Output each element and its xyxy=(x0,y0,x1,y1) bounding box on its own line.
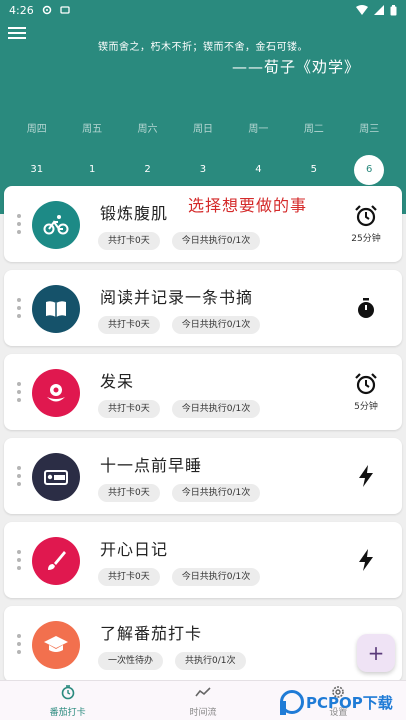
drag-handle-icon[interactable] xyxy=(17,466,21,486)
stat-chip: 共打卡0天 xyxy=(98,316,160,334)
drag-handle-icon[interactable] xyxy=(17,550,21,570)
status-bar: 4:26 xyxy=(0,0,406,20)
date-item[interactable]: 2 xyxy=(128,155,168,185)
weekday-label: 周二 xyxy=(303,124,324,135)
habit-stats: 共打卡0天 今日共执行0/1次 xyxy=(98,568,261,586)
habit-title: 阅读并记录一条书摘 xyxy=(100,288,254,307)
habit-card[interactable]: 发呆共打卡0天 今日共执行0/1次 5分钟 xyxy=(4,354,402,430)
drag-handle-icon[interactable] xyxy=(17,382,21,402)
drag-handle-icon[interactable] xyxy=(17,214,21,234)
date-item[interactable]: 1 xyxy=(72,155,112,185)
habit-card[interactable]: 了解番茄打卡 一次性待办 共执行0/1次 xyxy=(4,606,402,682)
nav-label: 时间流 xyxy=(189,707,217,718)
settings-status-icon xyxy=(42,5,51,15)
trend-icon xyxy=(195,684,211,704)
bike-icon xyxy=(32,201,80,249)
habit-stats: 共打卡0天 今日共执行0/1次 xyxy=(98,400,261,418)
stat-chip: 一次性待办 xyxy=(98,652,164,670)
wifi-icon xyxy=(356,5,368,15)
pcpop-logo-icon xyxy=(280,690,304,715)
habit-action[interactable] xyxy=(346,296,386,320)
habit-title: 发呆 xyxy=(100,372,135,391)
habit-stats: 共打卡0天 今日共执行0/1次 xyxy=(98,232,261,250)
date-item[interactable]: 31 xyxy=(17,155,57,185)
habit-title: 了解番茄打卡 xyxy=(100,624,203,643)
habit-action[interactable] xyxy=(346,464,386,488)
book-icon xyxy=(32,285,80,333)
habit-card[interactable]: 十一点前早睡 共打卡0天 今日共执行0/1次 xyxy=(4,438,402,514)
habit-title: 十一点前早睡 xyxy=(100,456,203,475)
weekday-label: 周五 xyxy=(82,124,103,135)
duration-label: 25分钟 xyxy=(351,234,381,244)
stat-chip: 今日共执行0/1次 xyxy=(171,484,261,502)
habit-stats: 一次性待办 共执行0/1次 xyxy=(98,652,246,670)
battery-icon xyxy=(390,4,397,15)
quote-text: 锲而舍之，朽木不折；锲而不舍，金石可镂。 xyxy=(98,42,308,53)
stat-chip: 今日共执行0/1次 xyxy=(171,400,261,418)
habit-card[interactable]: 开心日记共打卡0天 今日共执行0/1次 xyxy=(4,522,402,598)
header: 4:26 锲而舍之，朽木不折；锲而不舍，金石可镂。 ——荀子《劝学》 周四 周五周… xyxy=(0,0,406,214)
stat-chip: 今日共执行0/1次 xyxy=(171,568,261,586)
alarm-clock-icon[interactable] xyxy=(346,204,386,228)
habit-title: 开心日记 xyxy=(100,540,169,559)
weekday-label: 周四 xyxy=(26,124,47,135)
nav-label: 番茄打卡 xyxy=(49,707,86,718)
habit-action[interactable]: 25分钟 xyxy=(346,204,386,244)
duration-label: 5分钟 xyxy=(354,402,378,412)
habit-action[interactable]: 5分钟 xyxy=(346,372,386,412)
habit-stats: 共打卡0天 今日共执行0/1次 xyxy=(98,316,261,334)
weekday-label: 周三 xyxy=(359,124,380,135)
stat-chip: 共打卡0天 xyxy=(98,484,160,502)
add-habit-button[interactable]: + xyxy=(357,634,395,672)
signal-icon xyxy=(374,5,384,15)
habit-title: 锻炼腹肌 xyxy=(100,204,169,223)
annotation-text: 选择想要做的事 xyxy=(188,196,308,215)
date-item[interactable]: 3 xyxy=(183,155,223,185)
lightning-icon[interactable] xyxy=(346,464,386,488)
date-item[interactable]: 5 xyxy=(294,155,334,185)
date-item[interactable]: 4 xyxy=(238,155,278,185)
graduation-cap-icon xyxy=(32,621,80,669)
drag-handle-icon[interactable] xyxy=(17,298,21,318)
stat-chip: 共执行0/1次 xyxy=(175,652,246,670)
habit-list: 锻炼腹肌 共打卡0天 今日共执行0/1次 25分钟 阅读并记录一条书摘 共打卡0天 今日共执… xyxy=(4,186,402,690)
stat-chip: 今日共执行0/1次 xyxy=(171,232,261,250)
status-time: 4:26 xyxy=(9,3,34,17)
habit-card[interactable]: 阅读并记录一条书摘 共打卡0天 今日共执行0/1次 xyxy=(4,270,402,346)
stat-chip: 共打卡0天 xyxy=(98,400,160,418)
weekday-label: 周一 xyxy=(248,124,269,135)
notification-status-icon xyxy=(60,6,70,14)
bed-icon xyxy=(32,453,80,501)
stopwatch-icon[interactable] xyxy=(346,296,386,320)
habit-stats: 共打卡0天 今日共执行0/1次 xyxy=(98,484,261,502)
lightning-icon[interactable] xyxy=(346,548,386,572)
alarm-clock-icon[interactable] xyxy=(346,372,386,396)
habit-action[interactable] xyxy=(346,548,386,572)
brush-icon xyxy=(32,537,80,585)
flower-icon xyxy=(32,369,80,417)
nav-item[interactable]: 时间流 xyxy=(135,681,270,720)
selected-date[interactable]: 6 xyxy=(354,155,385,185)
weekday-label: 周日 xyxy=(192,124,213,135)
stat-chip: 共打卡0天 xyxy=(98,232,160,250)
quote-source: ——荀子《劝学》 xyxy=(231,58,360,76)
stat-chip: 今日共执行0/1次 xyxy=(171,316,261,334)
watermark-logo: PCPOP下载 xyxy=(280,684,406,720)
watermark-text: PCPOP下载 xyxy=(306,693,393,712)
timer-icon xyxy=(60,684,76,704)
drag-handle-icon[interactable] xyxy=(17,634,21,654)
nav-item[interactable]: 番茄打卡 xyxy=(0,681,135,720)
stat-chip: 共打卡0天 xyxy=(98,568,160,586)
weekday-label: 周六 xyxy=(137,124,158,135)
week-strip: 周四 周五 周六 周日 周一 周二 周三 31 1 2 3 4 5 6 xyxy=(0,120,406,185)
